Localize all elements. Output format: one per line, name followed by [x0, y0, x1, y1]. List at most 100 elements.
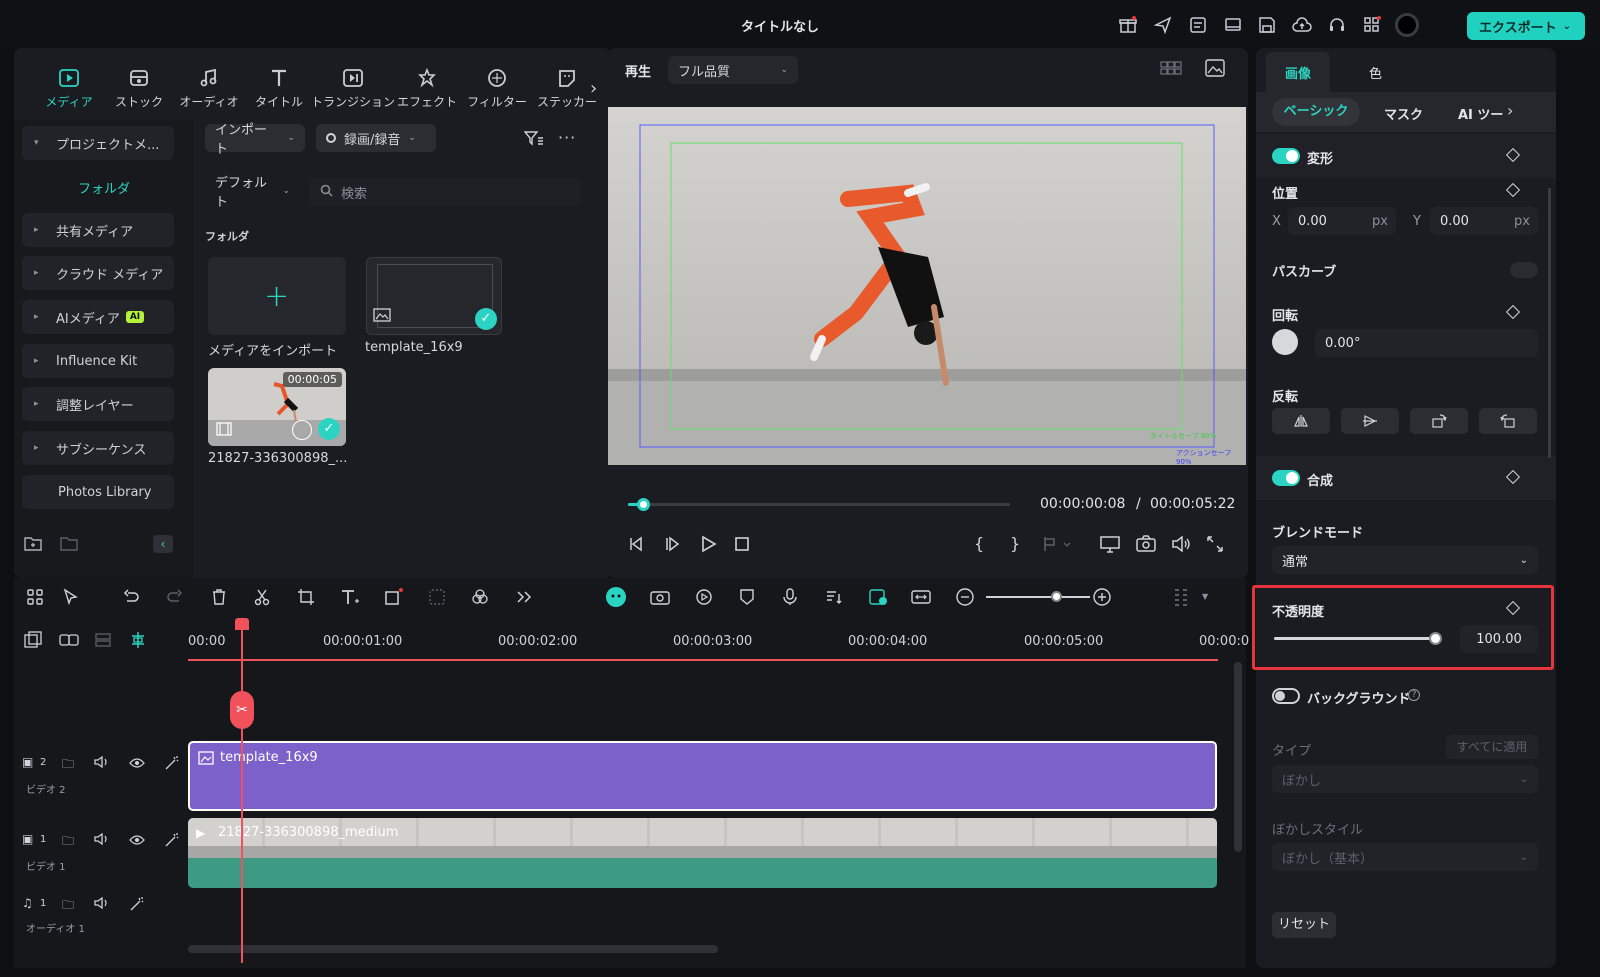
- background-type-select[interactable]: ぼかし ⌄: [1272, 765, 1538, 793]
- rotate-right-button[interactable]: [1410, 408, 1468, 434]
- eye-icon[interactable]: [129, 757, 145, 773]
- ai-object-icon[interactable]: [426, 586, 448, 608]
- layout-grid-icon[interactable]: [24, 586, 46, 608]
- gift-icon[interactable]: [1117, 14, 1139, 36]
- lock-wand-icon[interactable]: [129, 896, 145, 916]
- mark-out-icon[interactable]: }: [1010, 534, 1020, 553]
- playhead-line[interactable]: [241, 618, 243, 963]
- flip-vertical-button[interactable]: [1341, 408, 1399, 434]
- zoom-in-icon[interactable]: [1091, 586, 1113, 608]
- auto-camera-icon[interactable]: [649, 586, 671, 608]
- step-back-icon[interactable]: [627, 535, 645, 553]
- insert-marker-icon[interactable]: [1042, 535, 1072, 553]
- lock-wand-icon[interactable]: [164, 832, 180, 852]
- ai-assistant-icon[interactable]: [605, 586, 627, 608]
- tab-color[interactable]: 色: [1369, 63, 1382, 82]
- video-thumbnail[interactable]: 00:00:05 ✓: [208, 368, 346, 446]
- mark-in-icon[interactable]: {: [974, 534, 984, 553]
- microphone-icon[interactable]: [779, 586, 801, 608]
- folder-icon[interactable]: 🗀: [62, 896, 74, 917]
- export-button[interactable]: エクスポート ⌄: [1467, 12, 1585, 40]
- collapse-sidebar-button[interactable]: ‹: [153, 535, 173, 553]
- tab-media[interactable]: メディア: [34, 48, 104, 116]
- background-toggle[interactable]: [1272, 688, 1300, 704]
- zoom-slider-handle[interactable]: [1051, 591, 1062, 602]
- inspector-scrollbar[interactable]: [1548, 188, 1551, 458]
- zoom-slider-track[interactable]: [986, 596, 1090, 598]
- volume-icon[interactable]: [1171, 535, 1191, 553]
- rotation-input[interactable]: 0.00°: [1315, 329, 1538, 357]
- record-button[interactable]: 録画/録音 ⌄: [316, 124, 436, 152]
- sidebar-item-influence-kit[interactable]: ▸ Influence Kit: [22, 344, 174, 378]
- blend-mode-select[interactable]: 通常 ⌄: [1272, 546, 1538, 574]
- apply-all-button[interactable]: すべてに適用: [1446, 735, 1538, 759]
- timeline-clip-video[interactable]: ▶ 21827-336300898_medium: [188, 818, 1217, 888]
- track-settings-icon[interactable]: [1170, 586, 1192, 608]
- sidebar-item-folder[interactable]: フォルダ: [78, 178, 130, 197]
- more-tools-icon[interactable]: [513, 586, 535, 608]
- blur-style-select[interactable]: ぼかし（基本） ⌄: [1272, 843, 1538, 871]
- split-scissors-icon[interactable]: ✂: [230, 691, 254, 729]
- path-curve-toggle[interactable]: [1510, 262, 1538, 278]
- compositing-toggle[interactable]: [1272, 470, 1300, 486]
- lock-wand-icon[interactable]: [164, 755, 180, 775]
- eye-icon[interactable]: [129, 834, 145, 850]
- redo-icon[interactable]: [164, 586, 186, 608]
- sidebar-item-ai-media[interactable]: ▸ AIメディア AI: [22, 300, 174, 334]
- tab-audio[interactable]: オーディオ: [174, 48, 244, 116]
- shape-tool-icon[interactable]: [383, 586, 405, 608]
- text-tool-icon[interactable]: [339, 586, 361, 608]
- flip-horizontal-button[interactable]: [1272, 408, 1330, 434]
- layout-icon[interactable]: [1187, 14, 1209, 36]
- scrubber-handle[interactable]: [637, 498, 650, 511]
- delete-icon[interactable]: [208, 586, 230, 608]
- crop-icon[interactable]: [295, 586, 317, 608]
- timeline-vertical-scrollbar[interactable]: [1234, 662, 1242, 852]
- zoom-out-icon[interactable]: [954, 586, 976, 608]
- sidebar-item-adjustment-layer[interactable]: ▸ 調整レイヤー: [22, 387, 174, 421]
- tab-image[interactable]: 画像: [1285, 63, 1311, 82]
- timeline-clip-template[interactable]: template_16x9: [188, 741, 1217, 811]
- more-options-icon[interactable]: ···: [558, 128, 576, 147]
- screen-icon[interactable]: [1222, 14, 1244, 36]
- stop-icon[interactable]: [733, 535, 751, 553]
- send-icon[interactable]: [1152, 14, 1174, 36]
- rotate-left-button[interactable]: [1479, 408, 1537, 434]
- sidebar-item-subsequence[interactable]: ▸ サブシーケンス: [22, 431, 174, 465]
- tab-title[interactable]: タイトル: [244, 48, 314, 116]
- video-preview[interactable]: タイトルセーフ 80% アクションセーフ 90%: [608, 107, 1246, 465]
- folder-icon[interactable]: [60, 535, 78, 551]
- position-x-input[interactable]: 0.00 px: [1288, 207, 1396, 235]
- display-icon[interactable]: [1100, 535, 1120, 553]
- link-clips-icon[interactable]: [59, 631, 79, 649]
- add-track-icon[interactable]: [24, 631, 42, 649]
- snap-toggle-icon[interactable]: [129, 631, 147, 649]
- fit-timeline-icon[interactable]: [910, 586, 932, 608]
- chevron-right-icon[interactable]: ›: [1507, 101, 1513, 120]
- search-input[interactable]: 検索: [310, 178, 580, 206]
- track-manager-icon[interactable]: [94, 631, 112, 649]
- import-button[interactable]: インポート ⌄: [205, 123, 305, 157]
- tab-stock[interactable]: ストック: [104, 48, 174, 116]
- sidebar-item-shared-media[interactable]: ▸ 共有メディア: [22, 213, 174, 247]
- apps-grid-icon[interactable]: [1361, 14, 1383, 36]
- select-tool-icon[interactable]: [60, 586, 82, 608]
- cloud-upload-icon[interactable]: [1291, 14, 1313, 36]
- folder-icon[interactable]: 🗀: [62, 832, 74, 853]
- grid-view-icon[interactable]: [1160, 60, 1182, 76]
- playback-scrubber[interactable]: [628, 503, 1010, 506]
- folder-icon[interactable]: 🗀: [62, 755, 74, 776]
- rotation-dial[interactable]: [1272, 329, 1298, 355]
- position-y-input[interactable]: 0.00 px: [1430, 207, 1538, 235]
- sort-dropdown[interactable]: デフォルト ⌄: [205, 176, 300, 210]
- tab-transition[interactable]: トランジション: [311, 48, 395, 116]
- save-icon[interactable]: [1256, 14, 1278, 36]
- speaker-icon[interactable]: [94, 755, 110, 773]
- tab-filter[interactable]: フィルター: [462, 48, 532, 116]
- sidebar-item-photos-library[interactable]: Photos Library: [22, 475, 174, 509]
- timeline-horizontal-scrollbar[interactable]: [188, 945, 718, 953]
- import-media-tile[interactable]: +: [208, 257, 346, 335]
- fullscreen-icon[interactable]: [1206, 535, 1224, 553]
- quality-dropdown[interactable]: フル品質 ⌄: [668, 56, 798, 84]
- marker-shield-icon[interactable]: [736, 586, 758, 608]
